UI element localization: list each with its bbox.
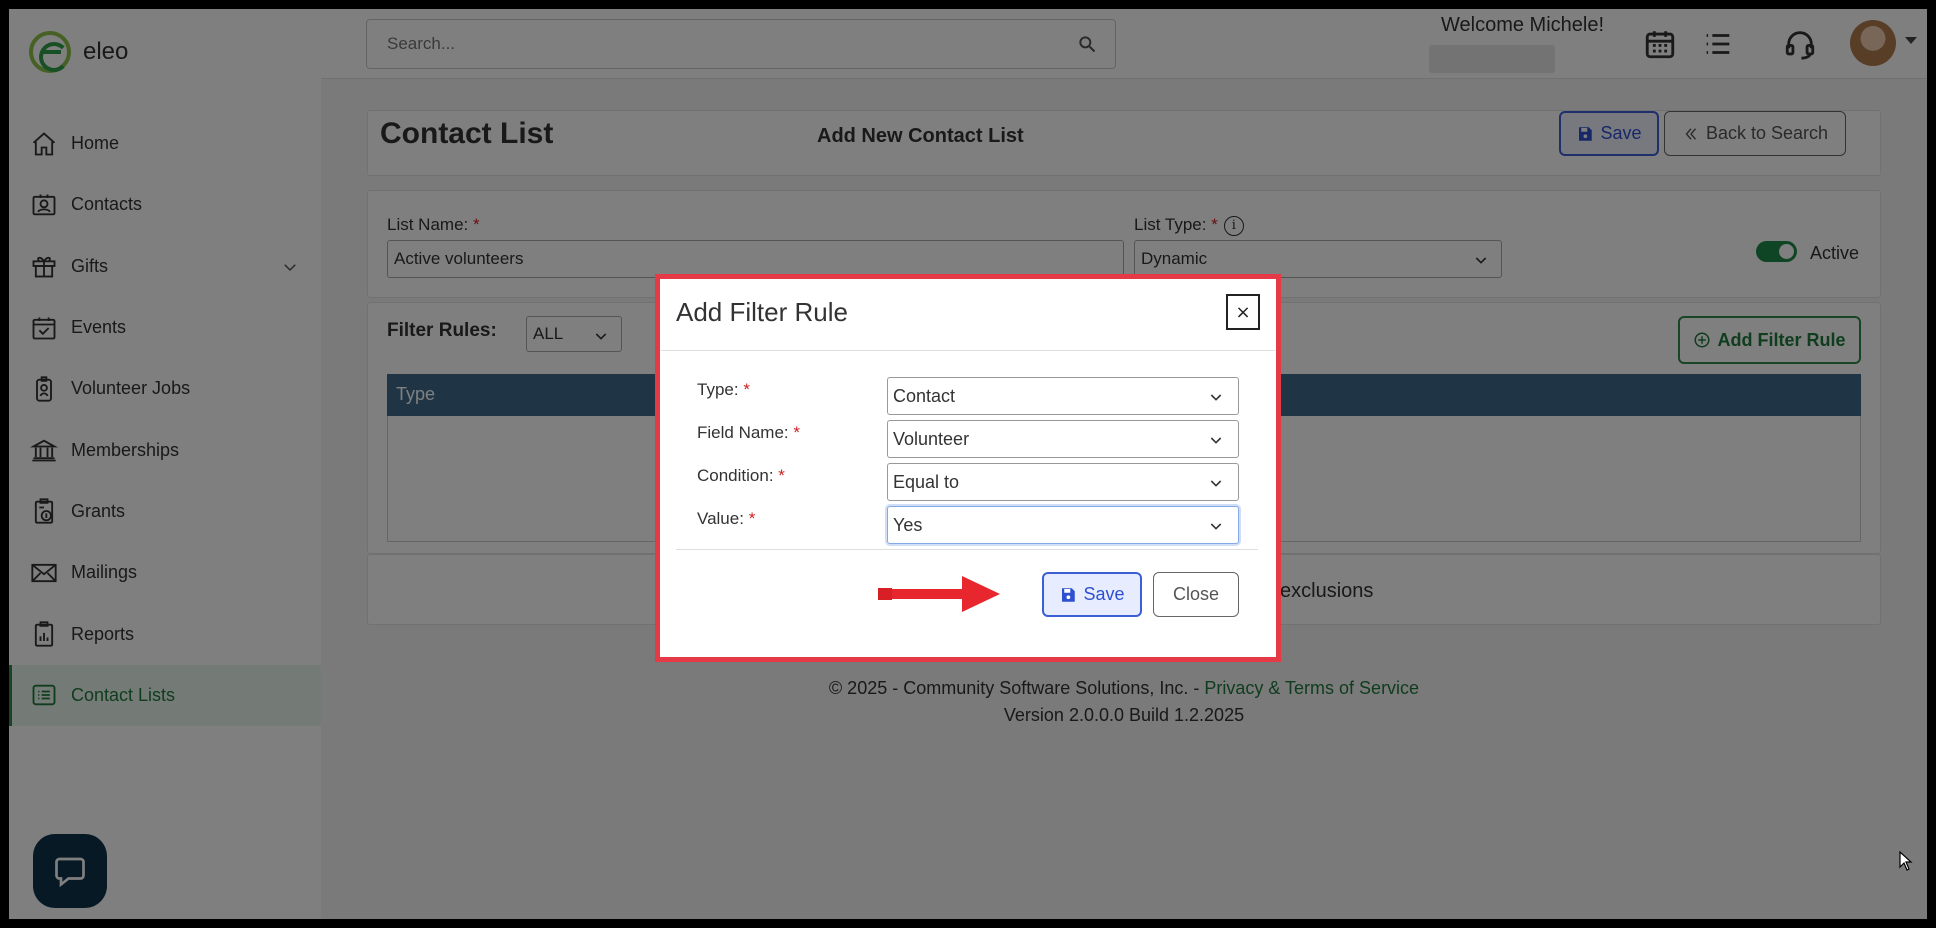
value-value: Yes [893,514,923,535]
chevron-down-icon [1208,475,1224,491]
chevron-down-icon [1208,432,1224,448]
condition-value: Equal to [893,471,960,492]
field-name-select[interactable]: Volunteer [887,420,1239,458]
floppy-disk-icon [1062,587,1076,602]
modal-save-button[interactable]: Save [1042,572,1142,617]
modal-close-button[interactable]: Close [1153,572,1239,617]
divider [661,350,1275,351]
red-pointer-arrow-icon [878,576,1000,612]
divider [676,549,1258,550]
chevron-down-icon [1208,389,1224,405]
condition-select[interactable]: Equal to [887,463,1239,501]
chevron-down-icon [1208,518,1224,534]
value-select[interactable]: Yes [887,506,1239,544]
modal-title: Add Filter Rule [676,297,848,327]
field-name-label: Field Name: * [697,423,800,442]
modal-close-label: Close [1172,584,1220,604]
modal-close-x-button[interactable]: × [1226,294,1260,330]
type-label: Type: * [697,380,750,399]
mouse-cursor-icon [1899,851,1913,871]
type-value: Contact [893,385,956,406]
value-label: Value: * [697,509,756,528]
modal-save-label: Save [1083,584,1125,604]
field-name-value: Volunteer [893,428,970,449]
type-select[interactable]: Contact [887,377,1239,415]
condition-label: Condition: * [697,466,785,485]
